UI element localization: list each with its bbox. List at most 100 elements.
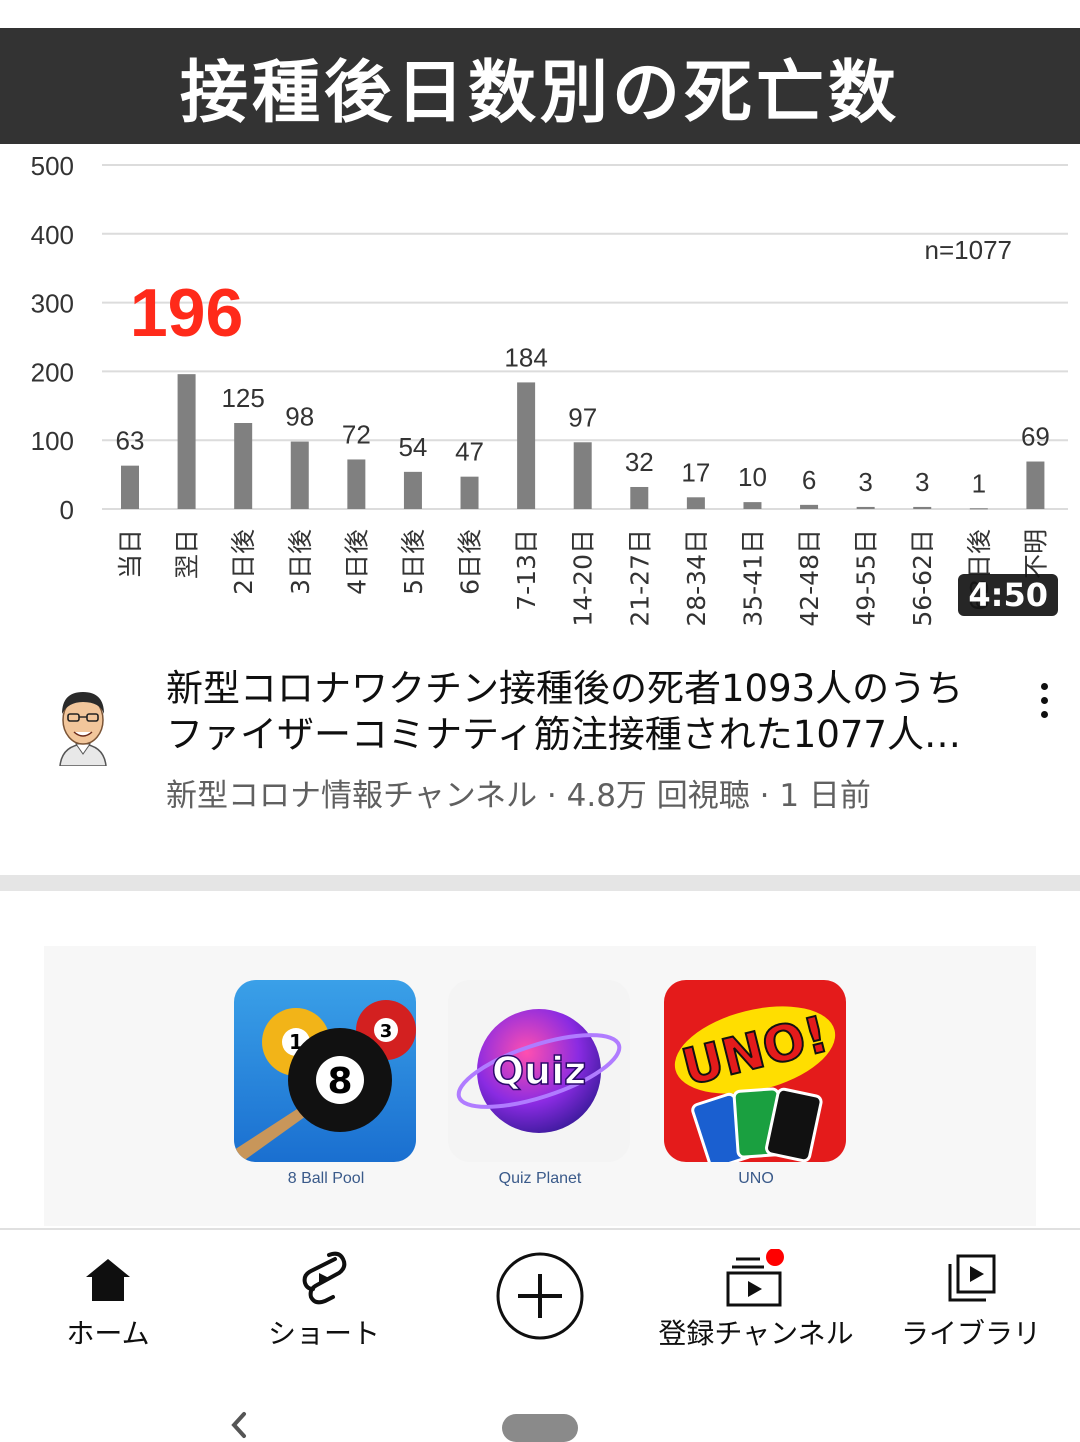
svg-text:3: 3 xyxy=(380,1021,393,1042)
bar-value-label: 47 xyxy=(455,437,484,467)
y-tick-label: 100 xyxy=(31,426,74,456)
x-category-label: 不明 xyxy=(1021,529,1050,579)
nav-home-label: ホーム xyxy=(66,1317,150,1350)
chart-bar xyxy=(743,502,762,509)
y-tick-label: 200 xyxy=(31,357,74,387)
chart-bar xyxy=(177,374,196,509)
x-category-label: 56-62日 xyxy=(908,529,937,627)
video-title[interactable]: 新型コロナワクチン接種後の死者1093人のうちファイザーコミナティ筋注接種された… xyxy=(166,666,986,758)
x-category-label: 6日後 xyxy=(456,529,485,595)
nav-library[interactable]: ライブラリ xyxy=(896,1230,1046,1362)
chart-bar xyxy=(347,459,366,509)
chart-bar xyxy=(913,506,932,509)
video-channel-views-age: 新型コロナ情報チャンネル · 4.8万 回視聴 · 1 日前 xyxy=(166,778,871,814)
nav-home[interactable]: ホーム xyxy=(38,1230,178,1362)
thumbnail-banner: 接種後日数別の死亡数 xyxy=(0,28,1080,144)
quiz-icon-text: Quiz xyxy=(492,1049,587,1093)
chart-bar xyxy=(856,506,875,509)
bar-value-label: 3 xyxy=(858,467,872,497)
subscriptions-icon xyxy=(724,1248,788,1310)
bar-value-label: 17 xyxy=(681,457,710,487)
video-duration-badge: 4:50 xyxy=(958,574,1058,616)
chart-bar xyxy=(290,441,309,509)
chart-bar xyxy=(969,508,988,510)
uno-icon: UNO! xyxy=(664,980,846,1162)
more-vert-icon[interactable] xyxy=(1024,670,1064,730)
bar-value-label: 69 xyxy=(1021,422,1050,452)
chart-bar xyxy=(460,476,479,509)
bar-value-label: 63 xyxy=(116,426,145,456)
thumbnail-banner-title: 接種後日数別の死亡数 xyxy=(179,53,900,133)
chart-bar xyxy=(686,497,705,509)
game-label: Quiz Planet xyxy=(498,1170,582,1187)
x-category-label: 35-41日 xyxy=(738,529,767,627)
channel-avatar[interactable] xyxy=(50,680,116,766)
game-label: UNO xyxy=(738,1170,774,1187)
sample-size-note: n=1077 xyxy=(925,235,1012,265)
bar-value-label: 1 xyxy=(972,468,986,498)
games-shelf: 1 3 8 8 Ball Pool Quiz Quiz Planet UNO! … xyxy=(44,946,1036,1226)
video-meta[interactable]: 新型コロナワクチン接種後の死者1093人のうちファイザーコミナティ筋注接種された… xyxy=(0,630,1080,875)
game-card-quiz-planet[interactable]: Quiz Quiz Planet xyxy=(448,980,632,1188)
8-ball-pool-icon: 1 3 8 xyxy=(234,980,416,1162)
bar-value-label: 3 xyxy=(915,467,929,497)
shorts-icon xyxy=(299,1248,349,1310)
quiz-planet-icon: Quiz xyxy=(448,980,630,1162)
library-icon xyxy=(944,1248,998,1310)
x-category-label: 7-13日 xyxy=(512,529,541,611)
video-thumbnail[interactable]: 接種後日数別の死亡数 500 400 300 200 100 0 63 当日 翌日 125 2日後 9… xyxy=(0,0,1080,630)
bar-value-label: 125 xyxy=(221,383,264,413)
svg-text:8: 8 xyxy=(327,1061,352,1102)
bar-value-label: 98 xyxy=(285,402,314,432)
bar-value-label: 10 xyxy=(738,462,767,492)
game-card-uno[interactable]: UNO! UNO xyxy=(664,980,848,1188)
y-tick-label: 400 xyxy=(31,220,74,250)
x-category-label: 5日後 xyxy=(399,529,428,595)
home-gesture-pill[interactable] xyxy=(502,1414,578,1442)
nav-library-label: ライブラリ xyxy=(900,1317,1041,1350)
x-category-label: 28-34日 xyxy=(682,529,711,627)
x-category-label: 21-27日 xyxy=(625,529,654,627)
chart-bar xyxy=(630,486,649,509)
y-tick-label: 500 xyxy=(31,151,74,181)
x-category-label: 14-20日 xyxy=(569,529,598,627)
x-category-label: 42-48日 xyxy=(795,529,824,627)
x-category-label: 3日後 xyxy=(286,529,315,595)
system-navigation-bar xyxy=(0,1362,1080,1442)
x-category-label: 2日後 xyxy=(229,529,258,595)
nav-shorts-label: ショート xyxy=(267,1317,380,1350)
bar-value-label: 6 xyxy=(802,465,816,495)
bar-value-label: 54 xyxy=(398,432,427,462)
x-category-label: 4日後 xyxy=(342,529,371,595)
y-tick-label: 0 xyxy=(60,495,74,525)
bar-value-label: 32 xyxy=(625,447,654,477)
x-category-label: 当日 xyxy=(116,529,145,579)
nav-shorts[interactable]: ショート xyxy=(244,1230,404,1362)
chart-bar xyxy=(800,504,819,509)
bar-value-label: 184 xyxy=(504,342,547,372)
back-chevron-icon[interactable] xyxy=(226,1410,250,1440)
chart-bar xyxy=(573,442,592,509)
game-label: 8 Ball Pool xyxy=(287,1170,365,1187)
chart-bar xyxy=(1026,461,1045,509)
chart-bar xyxy=(403,471,422,509)
chart-bar xyxy=(121,465,139,509)
home-icon xyxy=(84,1248,132,1310)
x-category-label: 翌日 xyxy=(173,529,202,579)
nav-subscriptions[interactable]: 登録チャンネル xyxy=(656,1230,856,1362)
thumbnail-top-strip xyxy=(0,0,1080,28)
highlight-value-label: 196 xyxy=(130,275,243,351)
x-category-label: 49-55日 xyxy=(852,529,881,627)
deaths-bar-chart: 500400300200100063当日 翌日1252日後983日後724日後54… xyxy=(31,151,1068,627)
game-card-8-ball-pool[interactable]: 1 3 8 8 Ball Pool xyxy=(234,980,418,1188)
bottom-navigation: ホーム ショート 登録チャンネル ライブラリ xyxy=(0,1228,1080,1364)
nav-subscriptions-label: 登録チャンネル xyxy=(658,1317,854,1350)
nav-create[interactable] xyxy=(490,1230,590,1362)
section-divider xyxy=(0,875,1080,891)
chart-bar xyxy=(517,382,536,509)
bar-value-label: 97 xyxy=(568,402,597,432)
plus-circle-icon xyxy=(494,1248,586,1344)
chart-bar xyxy=(234,423,253,509)
bar-value-label: 72 xyxy=(342,419,371,449)
y-tick-label: 300 xyxy=(31,289,74,319)
